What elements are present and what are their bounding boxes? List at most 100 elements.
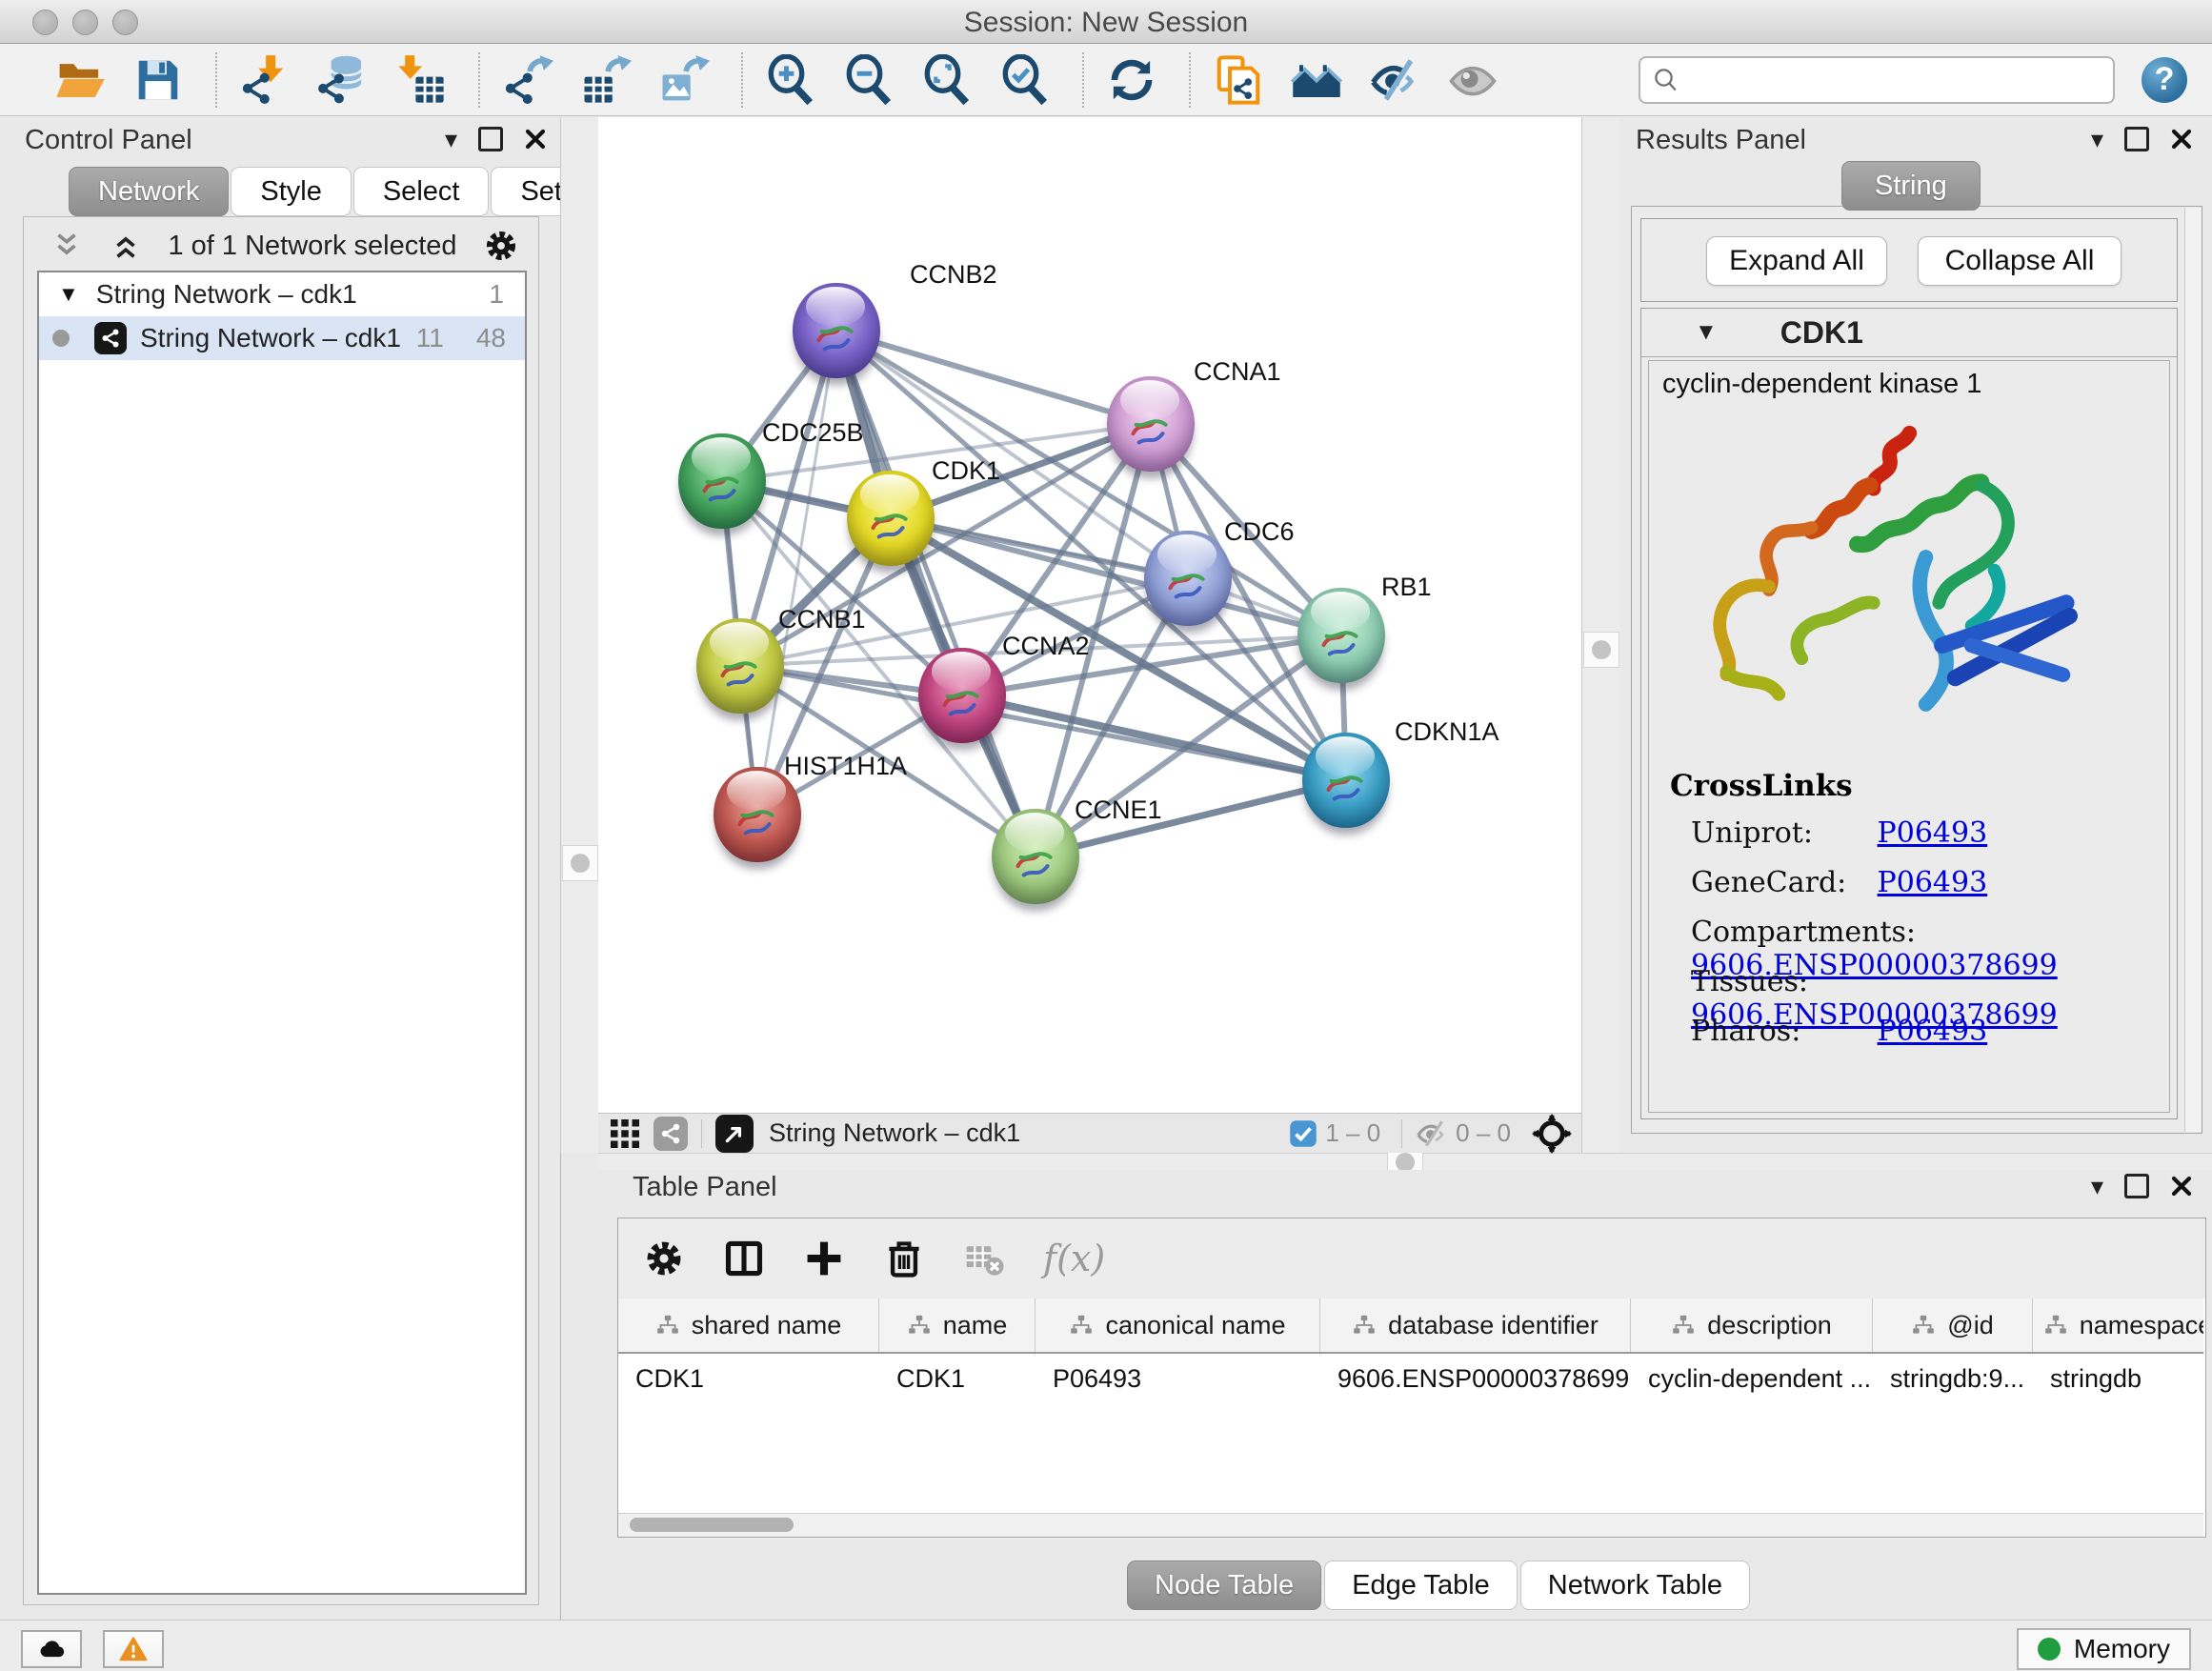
pharos-link[interactable]: P06493	[1878, 1015, 1988, 1048]
tab-node-table[interactable]: Node Table	[1127, 1560, 1321, 1610]
node-label-cdkn1a: CDKN1A	[1395, 717, 1499, 747]
export-image-button[interactable]	[657, 53, 711, 107]
table-gear-icon[interactable]	[643, 1238, 685, 1279]
table-cell[interactable]: stringdb	[2033, 1364, 2203, 1394]
save-session-button[interactable]	[131, 53, 185, 107]
refresh-button[interactable]	[1105, 53, 1158, 107]
zoom-out-button[interactable]	[842, 53, 895, 107]
memory-button[interactable]: Memory	[2017, 1628, 2191, 1670]
right-splitter-handle[interactable]	[1583, 632, 1619, 668]
birdseye-view-icon[interactable]	[715, 1115, 754, 1153]
table-cell[interactable]: CDK1	[618, 1364, 879, 1394]
tab-select[interactable]: Select	[353, 167, 490, 216]
table-cell[interactable]: P06493	[1036, 1364, 1320, 1394]
bottom-splitter[interactable]	[598, 1153, 2212, 1172]
results-scrollbar[interactable]	[2184, 208, 2201, 1132]
column-header-database-identifier[interactable]: database identifier	[1320, 1299, 1631, 1352]
results-panel-close-icon[interactable]	[2170, 128, 2193, 151]
network-canvas[interactable]: CCNB2CCNA1CDC25BCDK1CDC6RB1CCNB1CCNA2CDK…	[598, 117, 1581, 1113]
network-collection-row[interactable]: ▼ String Network – cdk1 1	[39, 272, 525, 316]
network-row[interactable]: String Network – cdk1 11 48	[39, 316, 525, 360]
open-session-button[interactable]	[53, 53, 107, 107]
network-node-cdk1[interactable]	[847, 471, 935, 566]
entry-collapse-icon[interactable]: ▼	[1695, 319, 1718, 346]
export-network-button[interactable]	[501, 53, 554, 107]
add-column-icon[interactable]	[803, 1238, 845, 1279]
network-node-ccne1[interactable]	[992, 809, 1079, 904]
scrollbar-thumb[interactable]	[630, 1518, 794, 1532]
import-network-file-button[interactable]	[238, 53, 292, 107]
right-splitter[interactable]	[1581, 117, 1621, 1153]
table-panel-float-icon[interactable]	[2124, 1174, 2149, 1198]
zoom-fit-button[interactable]	[920, 53, 974, 107]
results-panel-menu-icon[interactable]: ▾	[2091, 127, 2103, 151]
show-all-button[interactable]	[1290, 53, 1343, 107]
tab-style[interactable]: Style	[231, 167, 351, 216]
show-hidden-button[interactable]	[1446, 53, 1499, 107]
string-results-container: Expand All Collapse All ▼ CDK1 cyclin-de…	[1631, 206, 2202, 1134]
control-panel-close-icon[interactable]	[524, 128, 547, 151]
table-cell[interactable]: cyclin-dependent ...	[1631, 1364, 1873, 1394]
export-table-button[interactable]	[579, 53, 633, 107]
network-node-hist1h1a[interactable]	[714, 767, 801, 862]
table-horizontal-scrollbar[interactable]	[618, 1513, 2203, 1537]
network-node-ccnb1[interactable]	[696, 618, 784, 714]
network-view-share-icon[interactable]	[654, 1117, 688, 1151]
import-network-database-button[interactable]	[316, 53, 370, 107]
warnings-button[interactable]	[103, 1630, 164, 1668]
grid-view-icon[interactable]	[608, 1117, 642, 1151]
expand-all-icon[interactable]	[110, 230, 142, 262]
control-panel-menu-icon[interactable]: ▾	[445, 127, 457, 151]
network-node-ccna2[interactable]	[918, 648, 1006, 743]
left-splitter[interactable]	[560, 117, 600, 1153]
column-header--id[interactable]: @id	[1873, 1299, 2033, 1352]
network-node-ccna1[interactable]	[1107, 376, 1195, 472]
toolbar-separator	[478, 52, 480, 108]
uniprot-link[interactable]: P06493	[1878, 816, 1988, 850]
network-node-cdkn1a[interactable]	[1302, 733, 1390, 828]
tab-network[interactable]: Network	[69, 167, 229, 216]
genecard-link[interactable]: P06493	[1878, 866, 1988, 899]
column-header-namespace[interactable]: namespace	[2033, 1299, 2203, 1352]
table-cell[interactable]: CDK1	[879, 1364, 1036, 1394]
cloud-status-button[interactable]	[21, 1630, 82, 1668]
zoom-selected-button[interactable]	[998, 53, 1052, 107]
selected-checkbox-icon[interactable]	[1289, 1119, 1317, 1148]
table-panel-menu-icon[interactable]: ▾	[2091, 1174, 2103, 1198]
delete-column-icon[interactable]	[883, 1238, 925, 1279]
table-cell[interactable]: 9606.ENSP00000378699	[1320, 1364, 1631, 1394]
expand-all-button[interactable]: Expand All	[1706, 236, 1887, 286]
zoom-in-button[interactable]	[764, 53, 817, 107]
table-cell[interactable]: stringdb:9...	[1873, 1364, 2033, 1394]
select-columns-icon[interactable]	[723, 1238, 765, 1279]
hide-selected-button[interactable]	[1368, 53, 1421, 107]
column-header-canonical-name[interactable]: canonical name	[1036, 1299, 1320, 1352]
clone-network-button[interactable]	[1212, 53, 1265, 107]
fit-selected-crosshair-icon[interactable]	[1532, 1114, 1572, 1154]
table-row[interactable]: CDK1CDK1P064939606.ENSP00000378699cyclin…	[618, 1354, 2203, 1403]
network-node-ccnb2[interactable]	[793, 283, 880, 378]
import-table-file-button[interactable]	[394, 53, 448, 107]
column-header-description[interactable]: description	[1631, 1299, 1873, 1352]
tab-string[interactable]: String	[1841, 161, 1981, 211]
network-node-cdc6[interactable]	[1144, 531, 1232, 626]
node-label-ccna2: CCNA2	[1002, 632, 1090, 661]
table-panel-close-icon[interactable]	[2170, 1175, 2193, 1198]
network-node-rb1[interactable]	[1297, 588, 1385, 683]
collapse-all-icon[interactable]	[50, 230, 83, 262]
gear-icon[interactable]	[483, 228, 519, 264]
tree-expand-icon[interactable]: ▼	[58, 282, 79, 307]
tab-edge-table[interactable]: Edge Table	[1324, 1560, 1518, 1610]
gene-entry-header[interactable]: ▼ CDK1	[1641, 309, 2177, 357]
control-panel-float-icon[interactable]	[478, 127, 503, 151]
network-node-cdc25b[interactable]	[678, 433, 766, 529]
search-input[interactable]	[1680, 64, 2084, 95]
tab-network-table[interactable]: Network Table	[1520, 1560, 1750, 1610]
column-header-shared-name[interactable]: shared name	[618, 1299, 879, 1352]
collapse-all-button[interactable]: Collapse All	[1918, 236, 2122, 286]
left-splitter-handle[interactable]	[562, 845, 598, 881]
help-button[interactable]: ?	[2142, 57, 2187, 103]
results-panel-float-icon[interactable]	[2124, 127, 2149, 151]
hidden-eye-slash-icon[interactable]	[1416, 1117, 1448, 1150]
column-header-name[interactable]: name	[879, 1299, 1036, 1352]
